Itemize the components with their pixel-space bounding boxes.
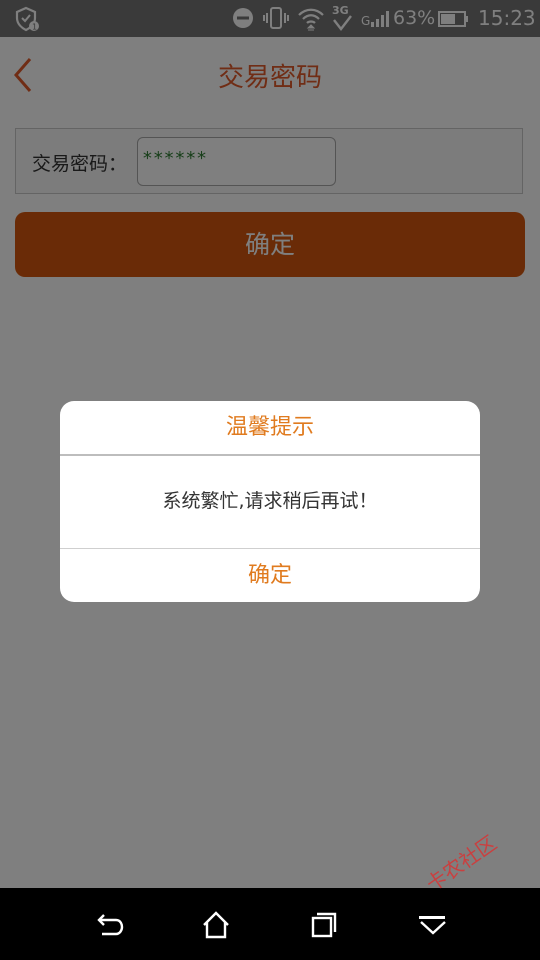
back-nav-button[interactable]	[92, 908, 126, 942]
navigation-bar	[0, 888, 540, 960]
screen: 1 3G	[0, 0, 540, 960]
dialog-title: 温馨提示	[225, 415, 314, 440]
back-arrow-icon	[92, 914, 126, 946]
notification-dropdown-nav-button[interactable]	[416, 908, 450, 942]
chevron-down-icon	[416, 916, 450, 946]
alert-dialog: 温馨提示 系统繁忙,请求稍后再试！ 确定	[60, 401, 480, 602]
dialog-message: 系统繁忙,请求稍后再试！	[162, 490, 378, 512]
home-nav-button[interactable]	[199, 908, 233, 942]
dialog-confirm-button[interactable]: 确定	[60, 549, 480, 602]
recent-apps-icon	[307, 912, 341, 946]
recent-apps-nav-button[interactable]	[307, 908, 341, 942]
dialog-divider	[60, 454, 480, 456]
home-icon	[199, 911, 233, 946]
